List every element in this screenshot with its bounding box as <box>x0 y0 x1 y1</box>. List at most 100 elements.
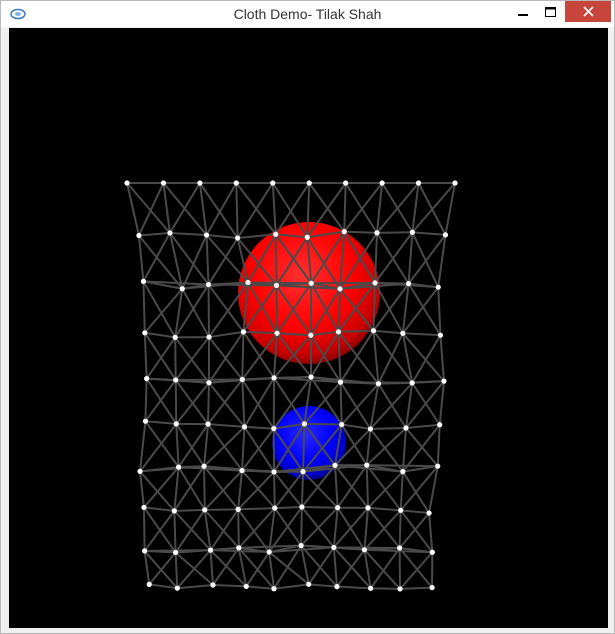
cloth-spring <box>402 332 441 337</box>
cloth-spring <box>212 583 247 588</box>
cloth-point <box>201 463 207 469</box>
cloth-point <box>173 421 179 427</box>
cloth-point <box>337 379 344 385</box>
cloth-point <box>409 380 415 386</box>
cloth-point <box>452 180 458 186</box>
cloth-point <box>142 418 149 424</box>
cloth-spring <box>173 510 177 553</box>
cloth-spring <box>428 512 434 553</box>
cloth-spring <box>273 583 309 590</box>
cloth-spring <box>181 234 208 290</box>
cloth-point <box>403 425 409 431</box>
cloth-spring <box>144 378 148 422</box>
cloth-spring <box>363 507 370 550</box>
cloth-spring <box>302 423 306 472</box>
cloth-point <box>176 464 182 470</box>
title-bar[interactable]: Cloth Demo- Tilak Shah <box>1 1 614 27</box>
cloth-point <box>442 232 449 238</box>
cloth-spring <box>207 382 210 425</box>
cloth-point <box>308 280 314 286</box>
cloth-point <box>304 234 310 240</box>
cloth-spring <box>370 587 401 590</box>
cloth-spring <box>375 182 384 233</box>
maximize-icon <box>545 6 556 17</box>
cloth-point <box>435 284 441 290</box>
cloth-point <box>142 548 148 554</box>
cloth-point <box>372 280 378 286</box>
cloth-spring <box>209 550 214 586</box>
cloth-spring <box>145 420 177 425</box>
cloth-point <box>273 231 279 237</box>
cloth-spring <box>366 464 438 468</box>
cloth-spring <box>398 547 433 589</box>
minimize-button[interactable] <box>509 1 536 22</box>
cloth-point <box>140 278 147 285</box>
cloth-spring <box>274 234 278 286</box>
cloth-spring <box>411 334 442 384</box>
cloth-spring <box>241 379 246 427</box>
maximize-button[interactable] <box>537 1 564 22</box>
cloth-point <box>206 380 212 386</box>
cloth-point <box>364 462 370 468</box>
cloth-spring <box>365 428 372 466</box>
cloth-spring <box>339 382 343 425</box>
cloth-spring <box>237 509 240 548</box>
cloth-spring <box>203 426 246 467</box>
cloth-spring <box>402 465 438 473</box>
cloth-spring <box>204 469 243 511</box>
cloth-point <box>306 581 312 587</box>
close-button[interactable] <box>565 1 611 22</box>
cloth-point <box>435 463 441 469</box>
cloth-point <box>173 377 179 383</box>
cloth-point <box>136 232 142 239</box>
cloth-point <box>332 462 338 468</box>
cloth-point <box>273 282 280 289</box>
cloth-point <box>374 230 380 236</box>
cloth-spring <box>365 465 370 508</box>
cloth-spring <box>273 471 276 509</box>
cloth-spring <box>174 337 177 380</box>
cloth-point <box>379 180 385 186</box>
cloth-spring <box>205 235 210 285</box>
cloth-spring <box>436 424 441 467</box>
cloth-point <box>167 230 173 236</box>
cloth-spring <box>238 507 275 511</box>
cloth-point <box>202 507 208 513</box>
cloth-point <box>331 544 337 551</box>
cloth-point <box>415 180 422 186</box>
cloth-spring <box>411 231 440 288</box>
cloth-spring <box>143 466 180 509</box>
cloth-spring <box>169 182 201 234</box>
cloth-point <box>398 507 404 513</box>
cloth-point <box>397 545 403 551</box>
cloth-point <box>235 506 241 512</box>
cloth-point <box>160 180 167 186</box>
cloth-spring <box>175 423 180 468</box>
cloth-spring <box>444 182 456 236</box>
cloth-spring <box>411 182 456 233</box>
cloth-spring <box>174 552 179 589</box>
cloth-spring <box>245 551 271 587</box>
cloth-spring <box>332 507 339 548</box>
cloth-spring <box>207 423 243 472</box>
cloth-point <box>203 232 210 238</box>
cloth-point <box>437 422 443 428</box>
cloth-point <box>370 328 377 334</box>
cloth-spring <box>308 583 338 588</box>
cloth-point <box>245 279 251 286</box>
cloth-spring <box>138 231 171 237</box>
cloth-point <box>239 376 245 383</box>
cloth-spring <box>237 470 243 510</box>
cloth-spring <box>367 506 401 512</box>
cloth-spring <box>144 331 176 339</box>
opengl-viewport[interactable] <box>9 28 608 628</box>
cloth-point <box>405 281 412 287</box>
cloth-spring <box>376 231 413 234</box>
cloth-spring <box>300 471 305 508</box>
cloth-point <box>210 582 216 588</box>
cloth-point <box>233 180 239 186</box>
cloth-spring <box>271 182 277 235</box>
cloth-point <box>409 229 415 235</box>
cloth-spring <box>142 281 146 333</box>
cloth-spring <box>240 426 246 471</box>
